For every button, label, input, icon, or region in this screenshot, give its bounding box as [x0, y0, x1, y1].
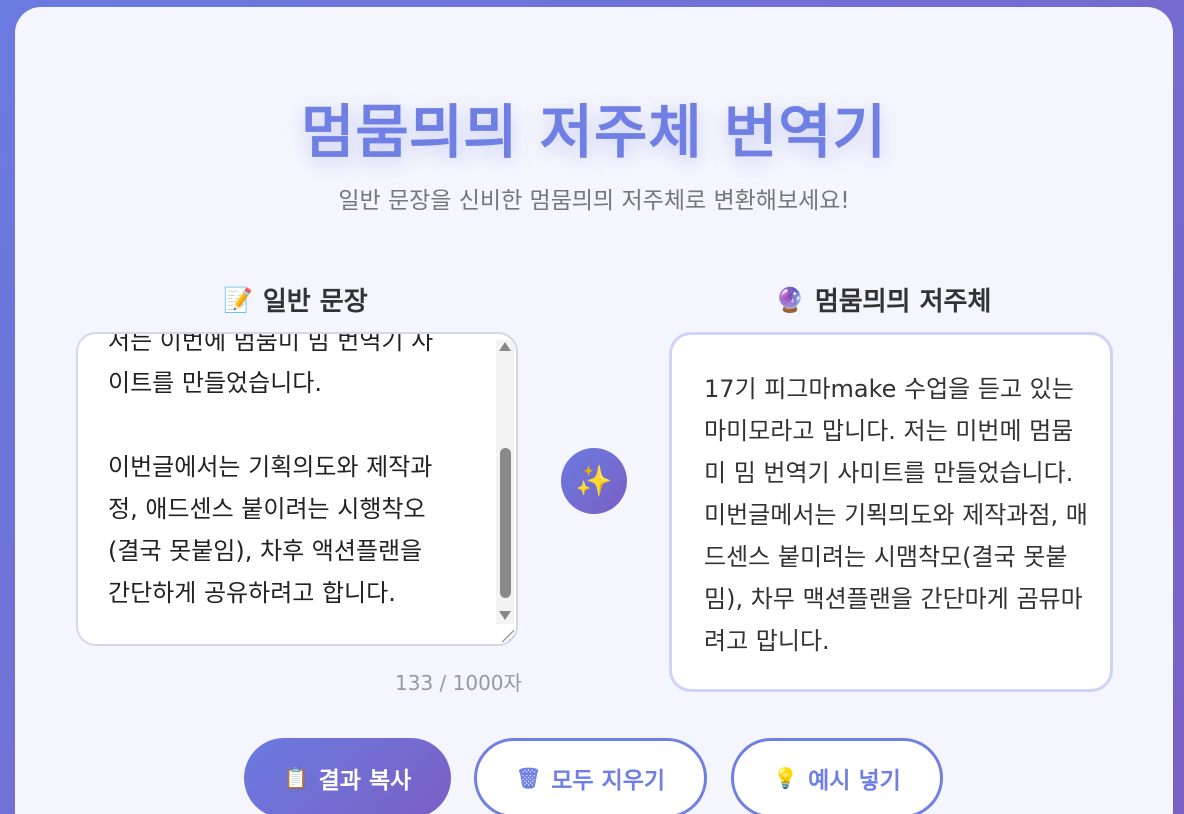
insert-example-button[interactable]: 💡 예시 넣기 — [731, 738, 943, 814]
scroll-thumb[interactable] — [500, 448, 511, 598]
sparkles-icon: ✨ — [575, 463, 613, 499]
page-title: 멈뭄믜믜 저주체 번역기 — [301, 98, 887, 166]
input-label-text: 일반 문장 — [262, 287, 368, 317]
lightbulb-icon: 💡 — [773, 766, 799, 790]
copy-result-button[interactable]: 📋 결과 복사 — [244, 738, 451, 814]
scroll-up-arrow-icon[interactable] — [499, 342, 511, 351]
clipboard-icon: 📋 — [283, 766, 309, 790]
wastebasket-icon: 🗑 — [515, 766, 542, 790]
copy-button-label: 결과 복사 — [318, 768, 412, 794]
output-result-box: 17기 피그마make 수업을 듣고 있는 마미모라고 맙니다. 저는 미번메 … — [669, 332, 1113, 692]
input-text[interactable]: 저는 이번에 멈뭄미 밈 번역기 사 이트를 만들었습니다. 이번글에서는 기획… — [108, 334, 480, 614]
sparkles-convert-indicator: ✨ — [561, 448, 627, 514]
resize-grip-icon[interactable] — [500, 628, 514, 642]
clear-all-button[interactable]: 🗑 모두 지우기 — [474, 738, 707, 814]
scroll-down-arrow-icon[interactable] — [499, 611, 511, 620]
example-button-label: 예시 넣기 — [808, 768, 901, 794]
main-card: 멈뭄믜믜 저주체 번역기 일반 문장을 신비한 멈뭄믜믜 저주체로 변환해보세요… — [15, 7, 1173, 814]
crystal-ball-icon: 🔮 — [775, 285, 805, 314]
textarea-scrollbar[interactable] — [496, 340, 514, 624]
output-panel-label: 🔮 멈뭄믜믜 저주체 — [775, 281, 991, 318]
page-subtitle: 일반 문장을 신비한 멈뭄믜믜 저주체로 변환해보세요! — [338, 188, 850, 214]
char-counter: 133 / 1000자 — [395, 671, 522, 695]
input-textarea[interactable]: 저는 이번에 멈뭄미 밈 번역기 사 이트를 만들었습니다. 이번글에서는 기획… — [76, 332, 518, 646]
input-panel-label: 📝 일반 문장 — [223, 281, 368, 318]
memo-icon: 📝 — [223, 285, 253, 314]
output-text: 17기 피그마make 수업을 듣고 있는 마미모라고 맙니다. 저는 미번메 … — [704, 375, 1088, 655]
output-label-text: 멈뭄믜믜 저주체 — [814, 287, 992, 317]
clear-button-label: 모두 지우기 — [551, 768, 666, 794]
